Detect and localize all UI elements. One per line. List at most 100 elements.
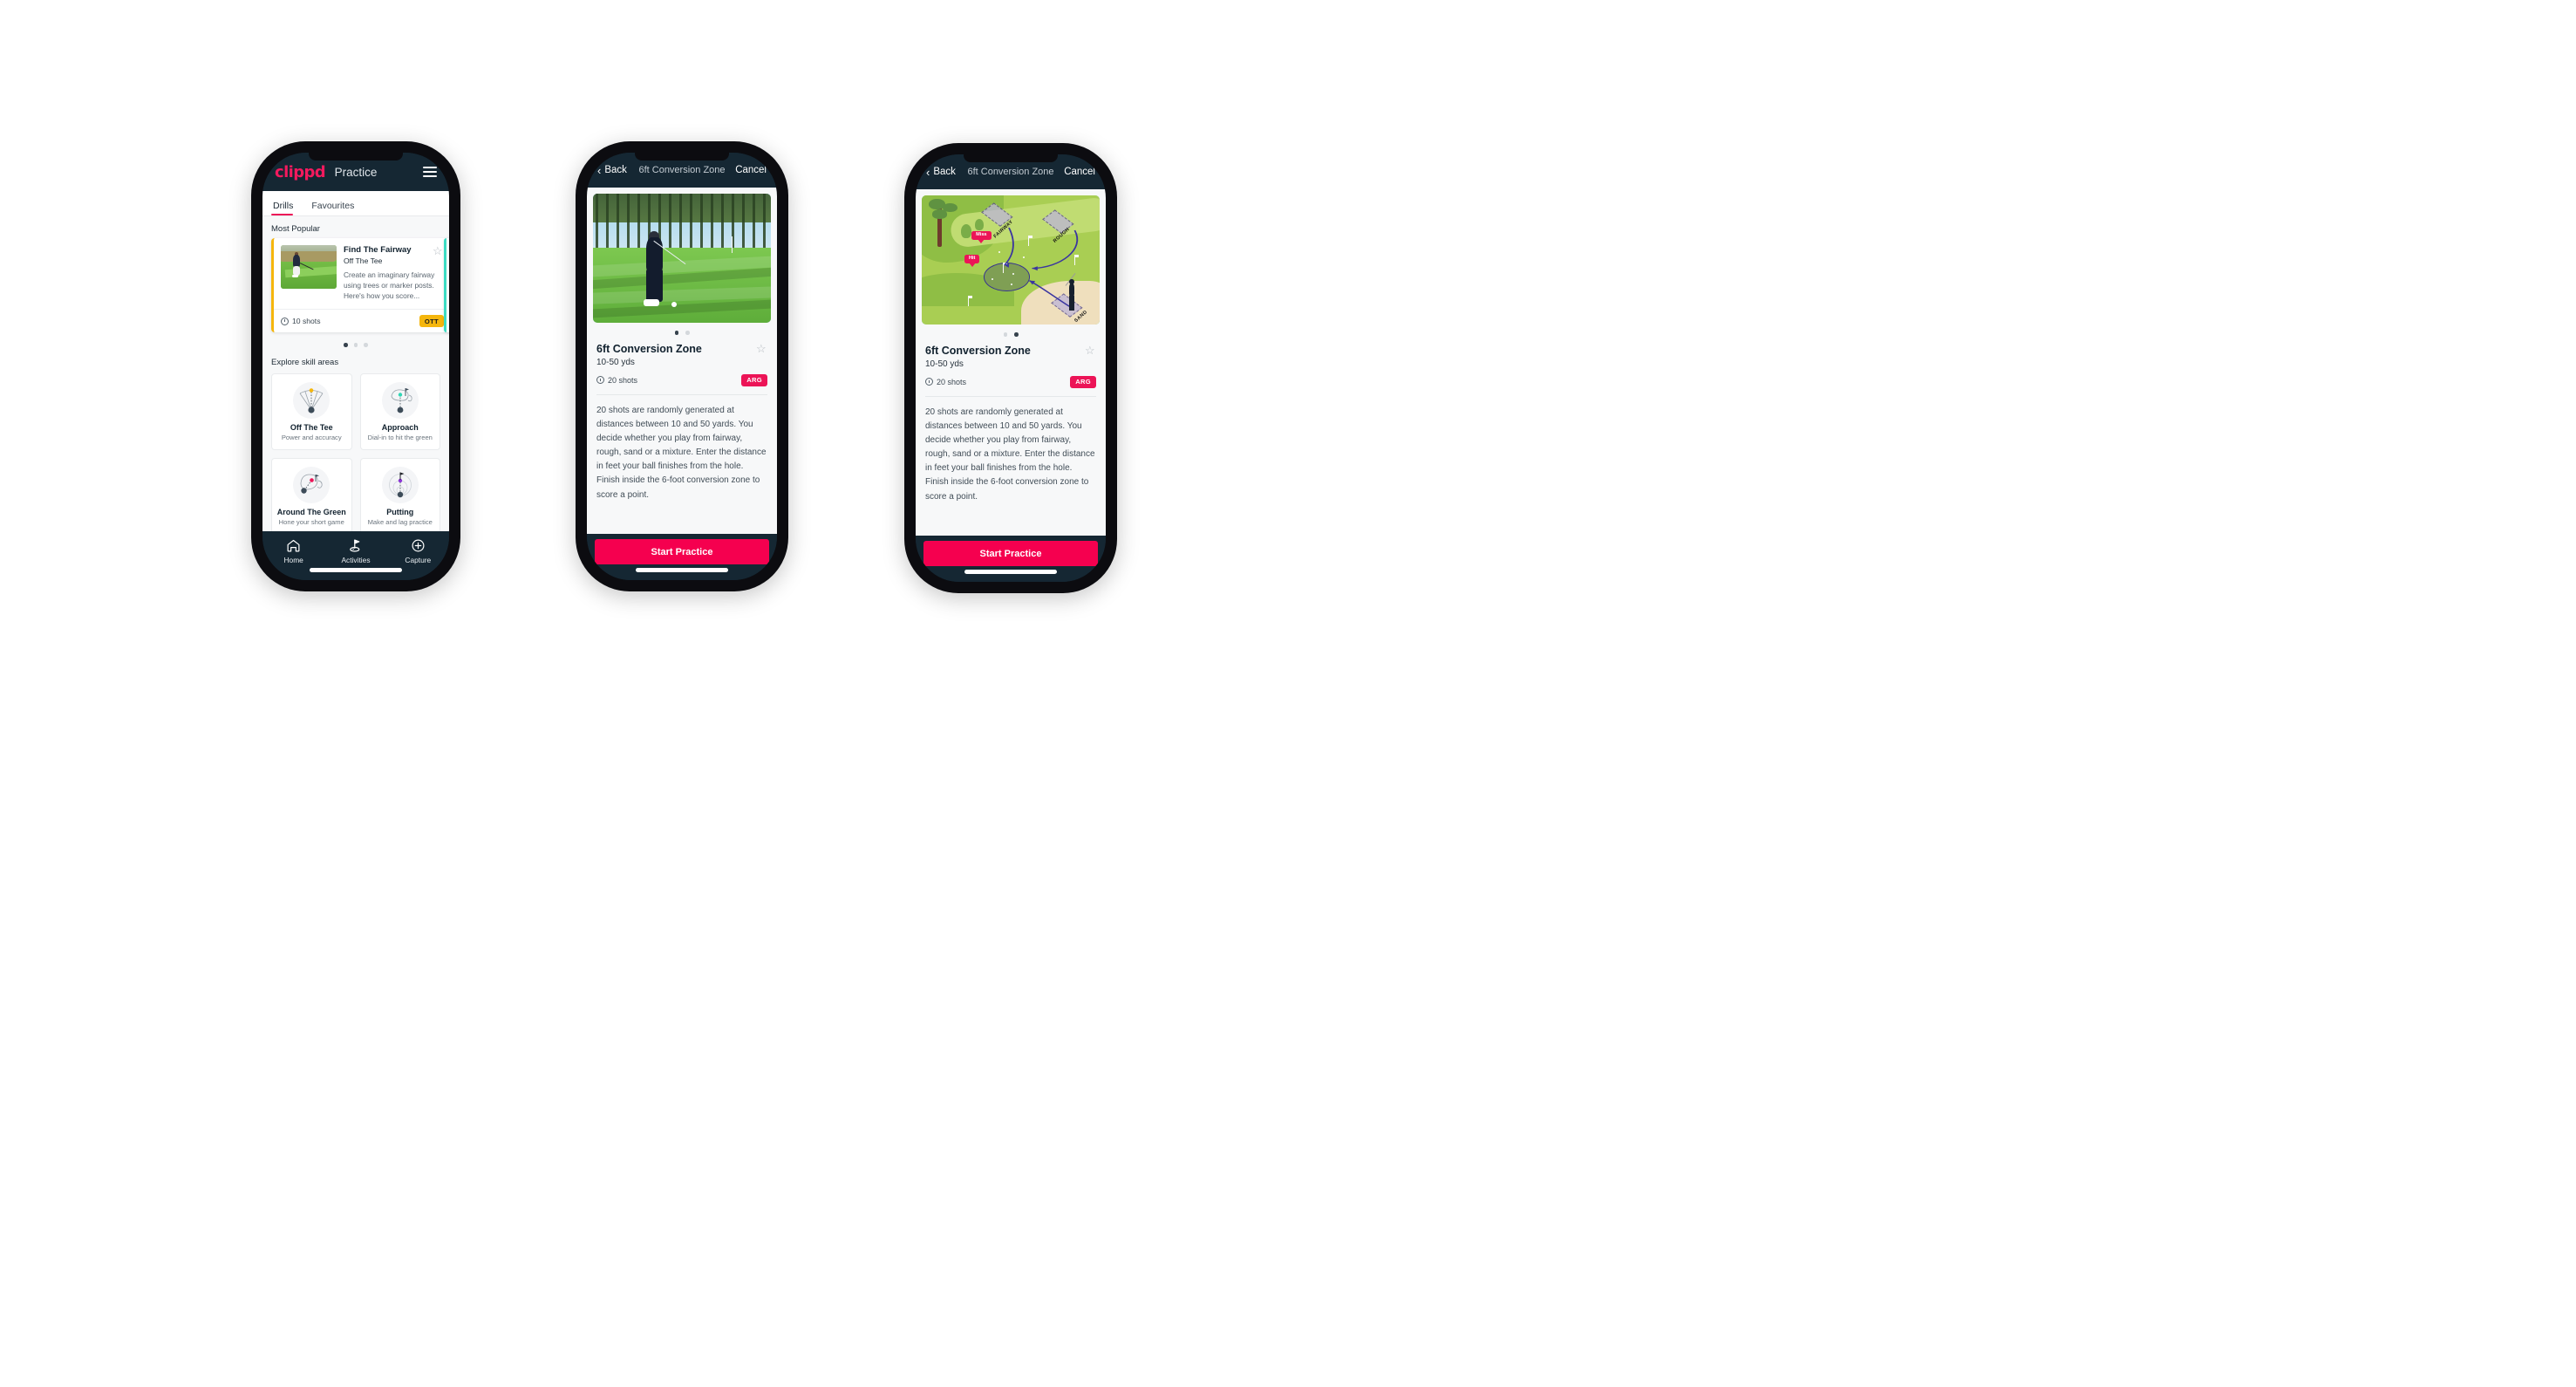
marker-hit: Hit (964, 255, 980, 263)
chevron-left-icon: ‹ (597, 163, 602, 177)
phone-mockup-drill-detail-diagram: ‹ Back 6ft Conversion Zone Cancel FAIRWA… (904, 143, 1117, 593)
skill-card-title: Putting (386, 507, 414, 516)
cta-container: Start Practice (587, 534, 777, 580)
cta-container: Start Practice (916, 536, 1106, 582)
drill-description: 20 shots are randomly generated at dista… (596, 405, 767, 500)
cancel-button[interactable]: Cancel (735, 165, 767, 175)
skill-card-subtitle: Hone your short game (278, 518, 344, 527)
home-indicator (636, 568, 728, 572)
drill-shots-label: 10 shots (292, 317, 321, 326)
skill-badge-ott: OTT (419, 315, 444, 328)
marker-miss: Miss (971, 231, 992, 241)
skill-badge-arg: ARG (741, 373, 767, 386)
course-diagram[interactable]: FAIRWAY ROUGH SAND Miss Hit (922, 195, 1100, 325)
skill-area-grid: Off The Tee Power and accuracy Approach … (262, 372, 449, 531)
next-card-peek[interactable] (444, 238, 449, 333)
drill-card[interactable]: Find The Fairway Off The Tee ☆ Create an… (271, 238, 449, 333)
practice-scroll-body[interactable]: Most Popular Find The Fairway Off The Te… (262, 216, 449, 531)
skill-card-title: Approach (381, 422, 419, 432)
media-dot-2[interactable] (685, 331, 690, 335)
carousel-dots[interactable] (262, 332, 449, 356)
approach-green-icon (381, 381, 419, 419)
screenshot-stage: clippd Practice Drills Favourites Most P… (0, 0, 2576, 1387)
skill-card-around-the-green[interactable]: Around The Green Hone your short game (271, 457, 352, 531)
back-label: Back (604, 165, 627, 175)
phone-notch (964, 154, 1058, 162)
carousel-dot-1[interactable] (344, 343, 348, 347)
home-indicator (964, 570, 1057, 574)
tab-bar: Drills Favourites (262, 191, 449, 216)
most-popular-carousel[interactable]: Find The Fairway Off The Tee ☆ Create an… (262, 238, 449, 333)
clock-icon (596, 376, 604, 384)
nav-item-capture[interactable]: Capture (387, 538, 449, 564)
media-dot-2[interactable] (1014, 332, 1019, 337)
skill-card-subtitle: Make and lag practice (367, 518, 433, 527)
detail-body[interactable]: FAIRWAY ROUGH SAND Miss Hit 6ft Conversi… (916, 189, 1106, 536)
drill-thumbnail (281, 245, 337, 289)
skill-card-off-the-tee[interactable]: Off The Tee Power and accuracy (271, 372, 352, 450)
star-outline-icon[interactable]: ☆ (756, 343, 767, 354)
drill-shot-count-label: 20 shots (937, 377, 967, 386)
drill-shot-count: 20 shots (596, 376, 637, 385)
skill-card-subtitle: Dial-in to hit the green (367, 434, 433, 442)
chevron-left-icon: ‹ (926, 165, 930, 179)
drill-distance-range: 10-50 yds (925, 359, 964, 369)
media-carousel-dots[interactable] (593, 323, 771, 343)
home-icon (287, 539, 300, 552)
drill-shot-count-label: 20 shots (608, 375, 638, 385)
drill-title: Find The Fairway (344, 245, 412, 255)
back-button[interactable]: ‹ Back (926, 167, 956, 178)
clippd-logo[interactable]: clippd (275, 163, 326, 181)
star-outline-icon[interactable]: ☆ (1085, 345, 1096, 356)
drill-shot-count: 20 shots (925, 378, 966, 386)
skill-card-subtitle: Power and accuracy (281, 434, 342, 442)
clock-icon (281, 317, 289, 325)
drill-subtitle: Off The Tee (344, 256, 383, 266)
nav-label-activities: Activities (341, 556, 371, 564)
chip-around-green-icon (293, 466, 331, 503)
drill-shots: 10 shots (281, 317, 321, 325)
section-title-most-popular: Most Popular (271, 224, 320, 234)
star-outline-icon[interactable]: ☆ (433, 245, 444, 256)
nav-item-activities[interactable]: Activities (324, 538, 386, 564)
nav-label-home: Home (283, 556, 303, 564)
section-title-explore: Explore skill areas (271, 357, 339, 367)
drill-video-thumbnail[interactable] (593, 194, 771, 323)
putting-rings-icon (381, 466, 419, 503)
nav-label-capture: Capture (405, 556, 432, 564)
tee-shot-dispersion-icon (293, 381, 331, 419)
carousel-dot-3[interactable] (364, 343, 368, 347)
tab-favourites[interactable]: Favourites (301, 201, 358, 215)
skill-card-approach[interactable]: Approach Dial-in to hit the green (359, 372, 440, 450)
hamburger-menu-icon[interactable] (423, 166, 437, 178)
start-practice-button[interactable]: Start Practice (595, 539, 769, 564)
skill-card-title: Around The Green (276, 507, 346, 516)
media-dot-1[interactable] (674, 331, 678, 335)
carousel-dot-2[interactable] (353, 343, 358, 347)
detail-body[interactable]: 6ft Conversion Zone ☆ 10-50 yds 20 shots… (587, 188, 777, 534)
phone-notch (309, 153, 403, 161)
bottom-navigation: Home Activities Capture (262, 531, 449, 580)
back-label: Back (933, 167, 956, 177)
skill-card-putting[interactable]: Putting Make and lag practice (359, 457, 440, 531)
cancel-button[interactable]: Cancel (1064, 167, 1095, 177)
home-indicator (310, 568, 402, 572)
media-carousel-dots[interactable] (922, 325, 1100, 345)
drill-distance-range: 10-50 yds (596, 357, 635, 367)
plus-circle-icon (412, 539, 425, 552)
phone-mockup-drill-detail-video: ‹ Back 6ft Conversion Zone Cancel 6ft Co… (576, 141, 788, 591)
nav-item-home[interactable]: Home (262, 538, 324, 564)
golf-flag-icon (350, 539, 360, 552)
drill-detail-title: 6ft Conversion Zone (596, 342, 702, 355)
back-button[interactable]: ‹ Back (597, 165, 627, 176)
tab-drills[interactable]: Drills (271, 201, 301, 215)
drill-detail-title: 6ft Conversion Zone (925, 344, 1031, 357)
media-dot-1[interactable] (1003, 332, 1007, 337)
drill-description: Create an imaginary fairway using trees … (344, 270, 435, 301)
skill-card-title: Off The Tee (290, 422, 333, 432)
start-practice-button[interactable]: Start Practice (923, 541, 1098, 566)
skill-badge-arg: ARG (1070, 375, 1096, 388)
drill-description: 20 shots are randomly generated at dista… (925, 407, 1095, 502)
clock-icon (925, 378, 933, 386)
phone-mockup-practice-list: clippd Practice Drills Favourites Most P… (251, 141, 460, 591)
